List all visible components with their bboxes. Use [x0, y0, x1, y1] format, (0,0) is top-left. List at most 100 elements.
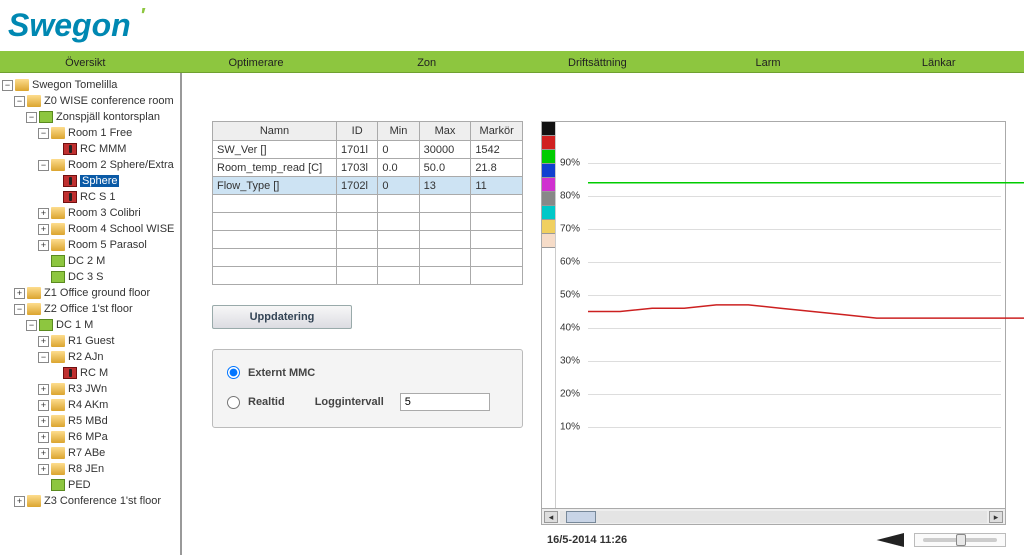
- folder-icon: [51, 383, 65, 395]
- radio-realtid[interactable]: [227, 396, 240, 409]
- tree-item[interactable]: R8 JEn: [68, 463, 104, 475]
- tree-toggle[interactable]: +: [38, 224, 49, 235]
- tree-item[interactable]: Room 1 Free: [68, 127, 132, 139]
- menu-optimizer[interactable]: Optimerare: [171, 53, 342, 72]
- label-externt-mmc: Externt MMC: [248, 367, 315, 379]
- folder-icon: [27, 495, 41, 507]
- parameter-table[interactable]: Namn ID Min Max Markör SW_Ver []1701l030…: [212, 121, 523, 285]
- tree-toggle[interactable]: −: [2, 80, 13, 91]
- folder-icon: [51, 463, 65, 475]
- tree-toggle[interactable]: −: [14, 96, 25, 107]
- tree-toggle[interactable]: +: [38, 432, 49, 443]
- folder-icon: [51, 207, 65, 219]
- device-icon: [63, 175, 77, 187]
- trend-chart: 10%20%30%40%50%60%70%80%90%: [541, 121, 1006, 509]
- tree-item[interactable]: Z3 Conference 1'st floor: [44, 495, 161, 507]
- tree-item[interactable]: DC 2 M: [68, 255, 105, 267]
- tree-toggle[interactable]: −: [26, 320, 37, 331]
- table-row[interactable]: [213, 213, 523, 231]
- radio-externt-mmc[interactable]: [227, 366, 240, 379]
- tree-item[interactable]: RC MMM: [80, 143, 126, 155]
- tree-item-selected[interactable]: Sphere: [80, 175, 119, 187]
- tree-item[interactable]: R4 AKm: [68, 399, 108, 411]
- palette-swatch[interactable]: [542, 164, 555, 178]
- menu-zone[interactable]: Zon: [341, 53, 512, 72]
- tree-toggle[interactable]: −: [26, 112, 37, 123]
- folder-icon: [51, 351, 65, 363]
- menu-links[interactable]: Länkar: [853, 53, 1024, 72]
- chart-scrollbar[interactable]: ◂ ▸: [541, 509, 1006, 525]
- tree-toggle[interactable]: +: [14, 496, 25, 507]
- folder-icon: [51, 335, 65, 347]
- palette-swatch[interactable]: [542, 192, 555, 206]
- tree-item[interactable]: R1 Guest: [68, 335, 114, 347]
- tree-item[interactable]: R3 JWn: [68, 383, 107, 395]
- tree-item[interactable]: Z1 Office ground floor: [44, 287, 150, 299]
- tree-item[interactable]: RC S 1: [80, 191, 115, 203]
- tree-item[interactable]: PED: [68, 479, 91, 491]
- tree-item[interactable]: DC 1 M: [56, 319, 93, 331]
- palette-swatch[interactable]: [542, 150, 555, 164]
- menu-alarm[interactable]: Larm: [683, 53, 854, 72]
- tree-item[interactable]: R5 MBd: [68, 415, 108, 427]
- tree-item[interactable]: Room 4 School WISE: [68, 223, 174, 235]
- zoom-slider[interactable]: [914, 533, 1006, 547]
- menu-commissioning[interactable]: Driftsättning: [512, 53, 683, 72]
- tree-item[interactable]: Room 5 Parasol: [68, 239, 147, 251]
- tree-toggle[interactable]: −: [14, 304, 25, 315]
- palette-swatch[interactable]: [542, 136, 555, 150]
- input-loggintervall[interactable]: [400, 393, 490, 411]
- update-button[interactable]: Uppdatering: [212, 305, 352, 329]
- scroll-left-icon[interactable]: ◂: [544, 511, 558, 523]
- tree-toggle[interactable]: +: [38, 448, 49, 459]
- tree-item[interactable]: Room 2 Sphere/Extra: [68, 159, 174, 171]
- tree-toggle[interactable]: +: [38, 240, 49, 251]
- scroll-track[interactable]: [560, 511, 987, 523]
- scroll-right-icon[interactable]: ▸: [989, 511, 1003, 523]
- table-row[interactable]: Room_temp_read [C]1703l0.050.021.8: [213, 159, 523, 177]
- table-row-selected[interactable]: Flow_Type []1702l01311: [213, 177, 523, 195]
- tree-item[interactable]: Z2 Office 1'st floor: [44, 303, 133, 315]
- tree-toggle[interactable]: +: [14, 288, 25, 299]
- tree-item[interactable]: R6 MPa: [68, 431, 108, 443]
- tree-item[interactable]: Swegon Tomelilla: [32, 79, 117, 91]
- tree-item[interactable]: Z0 WISE conference room: [44, 95, 174, 107]
- tree-item[interactable]: DC 3 S: [68, 271, 103, 283]
- zone-icon: [51, 479, 65, 491]
- tree-toggle[interactable]: −: [38, 160, 49, 171]
- tree-toggle[interactable]: −: [38, 128, 49, 139]
- tree-toggle[interactable]: +: [38, 464, 49, 475]
- scroll-thumb[interactable]: [566, 511, 596, 523]
- logo: Swegon′: [8, 7, 131, 44]
- folder-icon: [51, 239, 65, 251]
- tree-item[interactable]: R2 AJn: [68, 351, 103, 363]
- folder-icon: [51, 223, 65, 235]
- table-row[interactable]: [213, 267, 523, 285]
- tree-toggle[interactable]: +: [38, 384, 49, 395]
- folder-icon: [51, 415, 65, 427]
- table-row[interactable]: SW_Ver []1701l0300001542: [213, 141, 523, 159]
- device-icon: [63, 367, 77, 379]
- palette-swatch[interactable]: [542, 178, 555, 192]
- palette-swatch[interactable]: [542, 220, 555, 234]
- menu-overview[interactable]: Översikt: [0, 53, 171, 72]
- tree-toggle[interactable]: +: [38, 400, 49, 411]
- plot-area: 10%20%30%40%50%60%70%80%90%: [556, 122, 1005, 508]
- table-row[interactable]: [213, 249, 523, 267]
- table-row[interactable]: [213, 231, 523, 249]
- palette-swatch[interactable]: [542, 234, 555, 248]
- folder-icon: [27, 95, 41, 107]
- tree-item[interactable]: R7 ABe: [68, 447, 105, 459]
- palette-swatch[interactable]: [542, 206, 555, 220]
- tree-item[interactable]: Room 3 Colibri: [68, 207, 141, 219]
- tree-item[interactable]: RC M: [80, 367, 108, 379]
- slider-thumb[interactable]: [956, 534, 966, 546]
- table-row[interactable]: [213, 195, 523, 213]
- tree-item[interactable]: Zonspjäll kontorsplan: [56, 111, 160, 123]
- palette-swatch[interactable]: [542, 122, 555, 136]
- tree-toggle[interactable]: +: [38, 208, 49, 219]
- tree-toggle[interactable]: −: [38, 352, 49, 363]
- folder-icon: [27, 303, 41, 315]
- tree-toggle[interactable]: +: [38, 416, 49, 427]
- tree-toggle[interactable]: +: [38, 336, 49, 347]
